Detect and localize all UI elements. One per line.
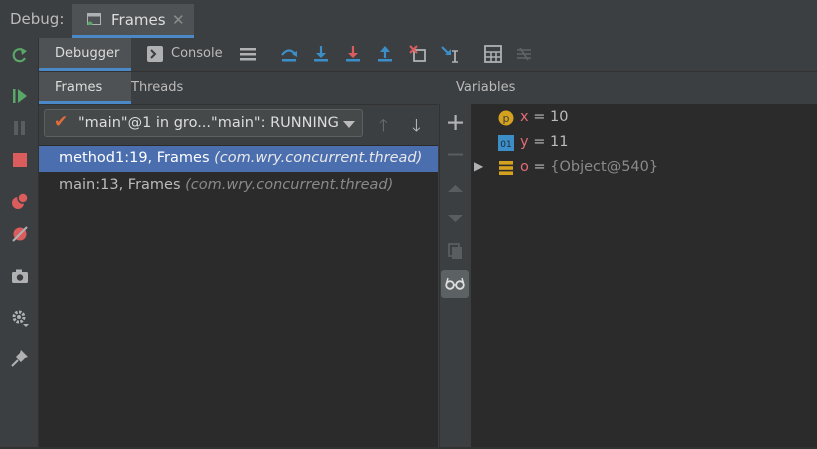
frame-label: method1:19, Frames (com.wry.concurrent.t… <box>59 150 422 166</box>
thread-select[interactable]: ✔ "main"@1 in gro..."main": RUNNING <box>44 109 363 137</box>
mute-breakpoints-icon[interactable] <box>10 224 30 244</box>
run-to-cursor-icon[interactable] <box>441 45 459 63</box>
tab-threads[interactable]: Threads <box>131 80 183 95</box>
remove-watch-icon[interactable] <box>445 144 466 165</box>
resume-icon[interactable] <box>10 86 30 106</box>
pause-icon[interactable] <box>10 118 30 138</box>
stop-icon[interactable] <box>10 150 30 170</box>
copy-icon[interactable] <box>445 241 466 262</box>
variable-value: 11 <box>549 134 569 150</box>
object-icon <box>499 161 513 175</box>
chevron-down-icon <box>343 121 355 128</box>
parameter-icon: p <box>498 110 514 126</box>
tab-frames[interactable]: Frames <box>39 72 131 104</box>
tab-frames-session[interactable]: Frames ✕ <box>72 4 194 38</box>
close-icon[interactable]: ✕ <box>172 11 185 29</box>
frame-row[interactable]: main:13, Frames (com.wry.concurrent.thre… <box>39 173 438 199</box>
frames-tab-label: Frames <box>111 11 166 29</box>
arrow-up-icon[interactable]: 🡑 <box>379 113 388 142</box>
tab-frames-label: Frames <box>55 80 103 95</box>
variable-equals: = <box>533 109 546 125</box>
thread-selector-row: ✔ "main"@1 in gro..."main": RUNNING 🡑 🡓 <box>39 105 438 145</box>
variable-equals: = <box>533 134 546 150</box>
variable-value: {Object@540} <box>550 159 659 175</box>
variables-toolbar <box>439 104 472 449</box>
step-over-icon[interactable] <box>280 45 298 63</box>
glasses-icon <box>445 277 465 290</box>
add-watch-icon[interactable] <box>445 112 466 133</box>
variable-label: x = 10 <box>520 109 568 125</box>
frame-package: (com.wry.concurrent.thread) <box>214 150 423 166</box>
variable-value: 10 <box>549 109 569 125</box>
drop-frame-icon[interactable] <box>409 45 427 63</box>
tab-debugger[interactable]: Debugger <box>39 38 131 71</box>
variable-label: y = 11 <box>520 134 568 150</box>
frame-package: (com.wry.concurrent.thread) <box>185 177 394 193</box>
variable-name: y <box>520 134 529 150</box>
debugger-tabs-toolbar: Debugger Console <box>39 38 817 72</box>
variables-title: Variables <box>456 80 516 95</box>
show-execution-point-icon[interactable] <box>239 45 257 63</box>
expand-arrow-icon[interactable]: ▶ <box>474 159 483 173</box>
frames-subtabs: Frames Threads <box>39 72 438 105</box>
view-breakpoints-icon[interactable] <box>10 191 30 211</box>
primitive-icon-text: 01 <box>500 140 511 150</box>
variable-row[interactable]: ▶ o = {Object@540} <box>471 158 817 182</box>
thread-select-value: "main"@1 in gro..."main": RUNNING <box>78 115 339 131</box>
camera-icon[interactable] <box>10 266 30 286</box>
tab-debugger-label: Debugger <box>55 46 120 61</box>
debug-title-bar: Debug: Frames ✕ <box>0 0 817 39</box>
move-up-icon[interactable] <box>445 178 466 199</box>
variable-row[interactable]: 01 y = 11 <box>471 133 817 157</box>
evaluate-expression-icon[interactable] <box>484 45 502 63</box>
primitive-icon: 01 <box>498 135 514 151</box>
tab-console[interactable]: Console <box>171 46 223 61</box>
move-down-icon[interactable] <box>445 208 466 229</box>
variable-name: x <box>520 109 529 125</box>
frame-method: method1:19, Frames <box>59 150 210 166</box>
check-icon: ✔ <box>54 112 69 132</box>
arrow-down-icon[interactable]: 🡓 <box>412 113 421 142</box>
variable-equals: = <box>533 159 546 175</box>
step-into-icon[interactable] <box>312 45 330 63</box>
debug-label: Debug: <box>10 10 65 28</box>
left-debug-toolbar <box>0 38 39 449</box>
variables-header: Variables <box>439 72 817 105</box>
pin-icon[interactable] <box>10 348 30 368</box>
parameter-icon-letter: p <box>503 112 510 125</box>
show-watches-button[interactable] <box>441 270 469 298</box>
rerun-icon[interactable] <box>10 46 30 66</box>
force-step-into-icon[interactable] <box>344 45 362 63</box>
frame-method: main:13, Frames <box>59 177 181 193</box>
frames-window-icon <box>87 13 101 25</box>
variable-name: o <box>520 159 529 175</box>
step-out-icon[interactable] <box>376 45 394 63</box>
settings-icon[interactable] <box>10 308 30 328</box>
console-icon <box>147 46 163 62</box>
variable-row[interactable]: p x = 10 <box>471 108 817 132</box>
frame-label: main:13, Frames (com.wry.concurrent.thre… <box>59 177 393 193</box>
trace-current-stream-chain-icon[interactable] <box>515 45 533 63</box>
variable-label: o = {Object@540} <box>520 159 658 175</box>
frame-row[interactable]: method1:19, Frames (com.wry.concurrent.t… <box>39 146 438 172</box>
